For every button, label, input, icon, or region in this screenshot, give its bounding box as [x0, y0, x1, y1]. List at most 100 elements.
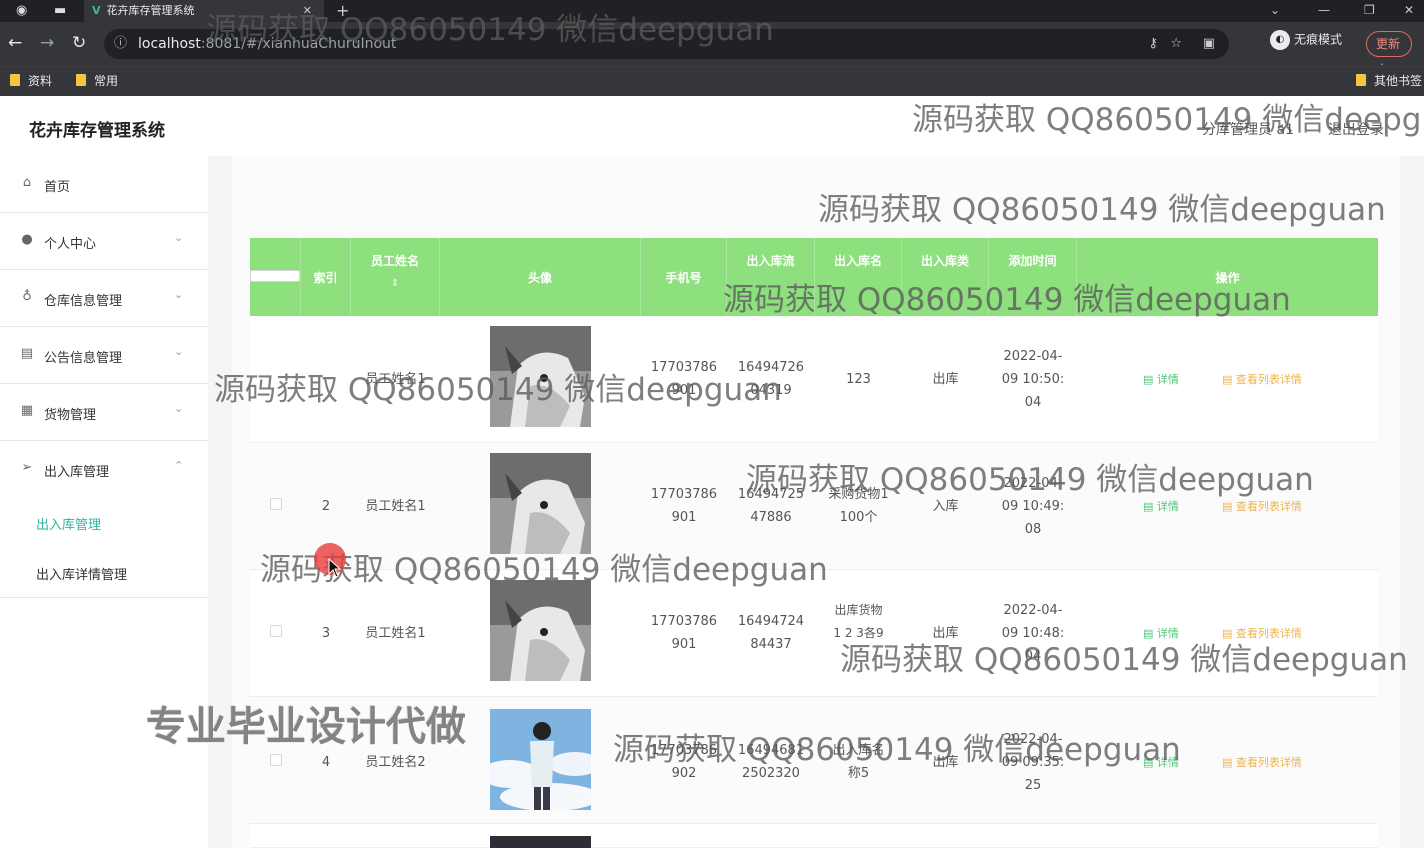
header-time[interactable]: 添加时间	[989, 238, 1077, 316]
header-phone[interactable]: 手机号	[641, 238, 727, 316]
notice-icon: ▤	[20, 346, 34, 361]
detail-button[interactable]: ▤ 详情	[1143, 500, 1179, 514]
cell-line: 2022-04-	[1003, 476, 1063, 491]
logout-link[interactable]: 退出登录	[1328, 119, 1384, 139]
cell-title: 123	[846, 372, 871, 387]
chevron-down-icon[interactable]: ⌄	[1270, 0, 1280, 20]
table-row[interactable]	[250, 824, 1378, 848]
select-all-checkbox[interactable]	[250, 270, 300, 282]
back-icon[interactable]: ←	[8, 33, 22, 53]
sidebar-sub-inout-detail[interactable]: 出入库详情管理	[0, 548, 208, 598]
view-label: 查看列表详情	[1235, 756, 1302, 769]
detail-label: 详情	[1156, 373, 1179, 386]
close-window-icon[interactable]: ✕	[1404, 0, 1414, 20]
cell-title: 出入库名 称5	[815, 739, 902, 785]
site-info-icon[interactable]: ⓘ	[114, 29, 127, 59]
cell-index: 2	[321, 499, 331, 514]
sidebar-item-home[interactable]: ⌂ 首页	[0, 156, 208, 213]
header-index[interactable]: 索引	[301, 238, 351, 316]
chevron-up-icon: ⌃	[174, 459, 184, 472]
cell-time: 2022-04- 09 10:48: 04	[989, 599, 1077, 668]
cell-line: 2022-04-	[1003, 732, 1063, 747]
cell-type: 出库	[932, 626, 959, 641]
cell-flow: 16494725 47886	[727, 483, 815, 529]
sidebar-item-label: 首页	[44, 180, 71, 195]
header-flow[interactable]: 出入库流	[727, 238, 815, 316]
update-label: 更新	[1376, 37, 1401, 51]
sidebar-item-notice[interactable]: ▤ 公告信息管理 ⌄	[0, 327, 208, 384]
cell-line: 09 09:35:	[1001, 755, 1065, 770]
header-title[interactable]: 出入库名	[815, 238, 902, 316]
header-actions: 操作	[1077, 238, 1378, 316]
detail-button[interactable]: ▤ 详情	[1143, 373, 1179, 387]
detail-button[interactable]: ▤ 详情	[1143, 627, 1179, 641]
browser-tab-bar: ◉ ▬ V 花卉库存管理系统 ✕ + ⌄ — ❐ ✕	[0, 0, 1424, 22]
sidebar-item-personal[interactable]: ● 个人中心 ⌄	[0, 213, 208, 270]
cell-index: 3	[321, 626, 331, 641]
cell-index: 4	[321, 755, 331, 770]
bookmark-folder[interactable]: 常用	[76, 72, 118, 90]
sort-icon[interactable]: ⇕	[351, 278, 439, 289]
restore-icon[interactable]: ❐	[1364, 0, 1375, 20]
view-list-detail-button[interactable]: ▤ 查看列表详情	[1222, 500, 1302, 514]
chevron-down-icon: ⌄	[174, 288, 184, 301]
app-title: 花卉库存管理系统	[29, 121, 165, 141]
cell-phone: 17703786 901	[641, 610, 727, 656]
cell-name: 员工姓名1	[365, 499, 426, 514]
tab-close-icon[interactable]: ✕	[303, 0, 312, 22]
forward-icon[interactable]: →	[40, 33, 54, 53]
cell-type: 出库	[932, 372, 959, 387]
cell-time: 2022-04- 09 10:49: 08	[989, 472, 1077, 541]
cell-line: 16494726	[737, 360, 805, 375]
mic-icon: ♁	[22, 289, 32, 304]
sidebar-item-goods[interactable]: ▦ 货物管理 ⌄	[0, 384, 208, 441]
incognito-icon: ◐	[1270, 30, 1290, 50]
sidebar-sub-inout[interactable]: 出入库管理	[0, 498, 208, 548]
view-list-detail-button[interactable]: ▤ 查看列表详情	[1222, 373, 1302, 387]
browser-globe-icon[interactable]: ◉	[16, 3, 27, 18]
url-input[interactable]: ⓘ localhost:8081/#/xianhuaChuruInout ⚷ ☆…	[104, 29, 1229, 59]
cell-line: 17703786	[650, 487, 718, 502]
header-name[interactable]: 员工姓名 ⇕	[351, 238, 440, 316]
cell-line: 901	[671, 510, 697, 525]
url-host: localhost	[138, 36, 201, 52]
incognito-indicator[interactable]: ◐ 无痕模式	[1270, 30, 1342, 50]
select-all-header	[250, 238, 301, 316]
key-star-icons[interactable]: ⚷ ☆ ▣	[1148, 29, 1215, 59]
view-list-detail-button[interactable]: ▤ 查看列表详情	[1222, 756, 1302, 770]
mouse-cursor-icon	[328, 558, 342, 578]
browser-address-bar: ← → ↻ ⓘ localhost:8081/#/xianhuaChuruIno…	[0, 22, 1424, 75]
row-checkbox[interactable]	[269, 498, 282, 510]
avatar	[490, 709, 591, 810]
cell-flow: 16494681 2502320	[727, 739, 815, 785]
browser-tab[interactable]: V 花卉库存管理系统 ✕	[84, 0, 324, 22]
table-row[interactable]: 2 员工姓名1 17703786 901 16494725 47886 采购货物1 1…	[250, 443, 1378, 570]
sidebar-item-warehouse[interactable]: ♁ 仓库信息管理 ⌄	[0, 270, 208, 327]
detail-button[interactable]: ▤ 详情	[1143, 756, 1179, 770]
cell-line: 1 2 3各9	[833, 626, 884, 640]
other-bookmarks[interactable]: 其他书签	[1356, 72, 1422, 90]
minimize-icon[interactable]: —	[1318, 0, 1330, 20]
cell-line: 2022-04-	[1003, 603, 1063, 618]
update-button[interactable]: 更新 ⋮	[1366, 31, 1412, 75]
sidebar-sub-label: 出入库管理	[36, 518, 102, 533]
table-row[interactable]: 3 员工姓名1 17703786 901 16494724 84437 出库货物 1 …	[250, 570, 1378, 697]
sidebar-item-label: 仓库信息管理	[44, 294, 123, 309]
sidebar-item-inout[interactable]: ➢ 出入库管理 ⌃	[0, 441, 208, 498]
bookmark-label: 常用	[94, 74, 119, 88]
browser-window-icon[interactable]: ▬	[54, 3, 66, 18]
table-header: 索引 员工姓名 ⇕ 头像 手机号 出入库流 出入库名 出入库类 添加时间 操作	[250, 238, 1378, 316]
table-row[interactable]: 员工姓名1 17703786 901 16494726 04319 123 出库 2…	[250, 316, 1378, 443]
header-avatar[interactable]: 头像	[440, 238, 641, 316]
cell-line: 04	[1024, 395, 1042, 410]
avatar	[490, 580, 591, 681]
cell-line: 出库货物	[834, 603, 883, 617]
row-checkbox[interactable]	[269, 754, 282, 766]
new-tab-icon[interactable]: +	[336, 0, 349, 22]
row-checkbox[interactable]	[269, 625, 282, 637]
header-type[interactable]: 出入库类	[902, 238, 989, 316]
reload-icon[interactable]: ↻	[72, 33, 86, 53]
bookmark-folder[interactable]: 资料	[10, 72, 52, 90]
view-list-detail-button[interactable]: ▤ 查看列表详情	[1222, 627, 1302, 641]
user-icon: ●	[21, 232, 33, 247]
